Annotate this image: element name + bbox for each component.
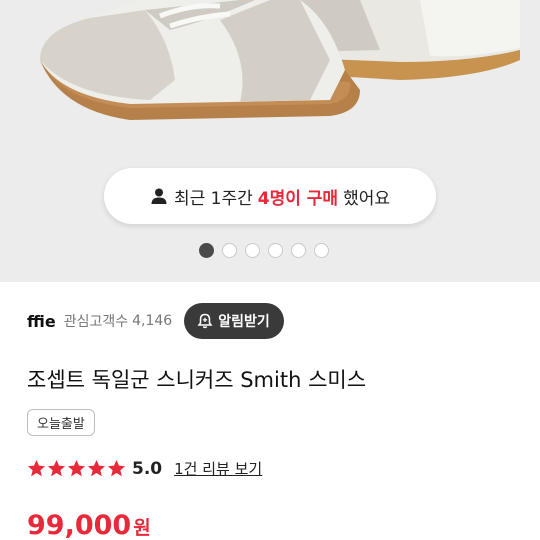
carousel-indicator <box>199 243 329 258</box>
rating-stars <box>27 459 126 478</box>
followers-label: 관심고객수 <box>63 314 129 330</box>
star-icon <box>67 459 86 477</box>
star-icon <box>107 459 126 477</box>
star-icon <box>87 459 106 477</box>
carousel-dot[interactable] <box>314 243 329 258</box>
review-link[interactable]: 1건 리뷰 보기 <box>174 458 262 479</box>
followers-count: 4,146 <box>132 313 173 329</box>
carousel-dot[interactable] <box>199 243 214 258</box>
carousel-dot[interactable] <box>245 243 260 258</box>
person-icon <box>151 188 167 204</box>
shop-info: ffie 관심고객수 4,146 알림받기 <box>27 302 540 340</box>
product-image <box>40 0 520 120</box>
alarm-button-label: 알림받기 <box>218 314 270 330</box>
toast-prefix: 최근 1주간 <box>173 188 253 209</box>
price-amount: 99,000 <box>27 510 132 540</box>
product-image-carousel[interactable]: 최근 1주간 4명이 구매 했어요 <box>0 0 540 282</box>
star-icon <box>27 459 46 477</box>
recent-purchase-toast: 최근 1주간 4명이 구매 했어요 <box>104 168 436 224</box>
carousel-dot[interactable] <box>222 243 237 258</box>
toast-highlight: 4명이 구매 <box>257 188 339 209</box>
product-title: 조셉트 독일군 스니커즈 Smith 스미스 <box>27 368 367 392</box>
rating-value: 5.0 <box>132 458 163 479</box>
toast-suffix: 했어요 <box>343 188 390 209</box>
price-currency: 원 <box>133 517 151 539</box>
bell-plus-icon <box>197 313 213 329</box>
shop-name[interactable]: ffie <box>27 312 56 331</box>
alarm-button[interactable]: 알림받기 <box>184 303 284 339</box>
carousel-dot[interactable] <box>291 243 306 258</box>
rating-row: 5.0 1건 리뷰 보기 <box>27 458 262 479</box>
star-icon <box>47 459 66 477</box>
price-row: 99,000 원 <box>27 510 151 540</box>
carousel-dot[interactable] <box>268 243 283 258</box>
shipping-badge: 오늘출발 <box>27 409 95 436</box>
